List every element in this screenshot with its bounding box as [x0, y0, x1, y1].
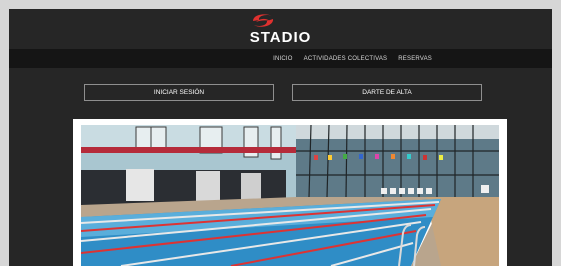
hero-image — [73, 119, 507, 266]
nav-item-reservas[interactable]: RESERVAS — [398, 56, 432, 62]
nav-item-inicio[interactable]: INICIO — [273, 56, 293, 62]
nav-item-actividades-colectivas[interactable]: ACTIVIDADES COLECTIVAS — [304, 56, 388, 62]
page: STADIO INICIO ACTIVIDADES COLECTIVAS RES… — [9, 9, 552, 266]
signup-button[interactable]: DARTE DE ALTA — [292, 84, 482, 101]
header: STADIO — [9, 9, 552, 49]
brand-logo-icon[interactable] — [248, 12, 278, 30]
pool-photo — [81, 125, 499, 266]
login-button[interactable]: INICIAR SESIÓN — [84, 84, 274, 101]
top-nav: INICIO ACTIVIDADES COLECTIVAS RESERVAS — [9, 49, 552, 68]
brand-name[interactable]: STADIO — [9, 30, 552, 46]
